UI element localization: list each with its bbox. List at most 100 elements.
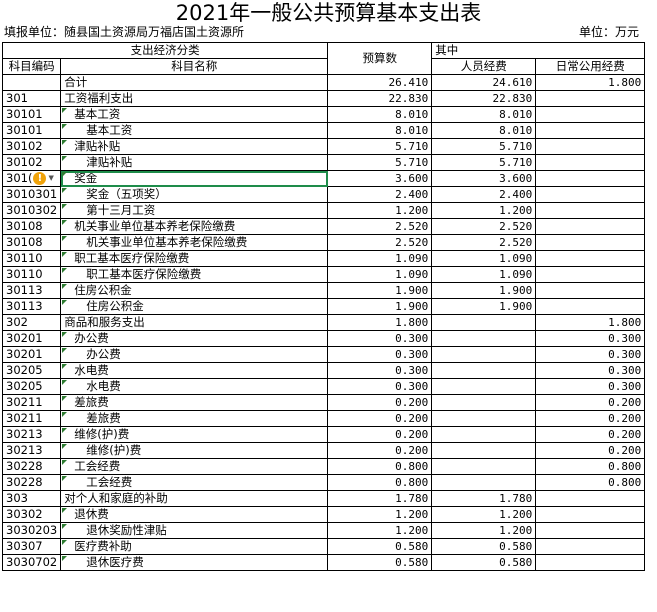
cell-personnel[interactable]: 8.010 — [431, 106, 537, 123]
cell-daily[interactable] — [535, 266, 646, 283]
cell-personnel[interactable]: 2.520 — [431, 218, 537, 235]
cell-daily[interactable] — [535, 506, 646, 523]
cell-personnel[interactable]: 0.580 — [431, 554, 537, 571]
cell-code[interactable]: 3030203 — [1, 522, 62, 539]
cell-name[interactable]: 退休费 — [60, 506, 329, 523]
cell-name[interactable]: 水电费 — [60, 362, 329, 379]
cell-personnel[interactable] — [431, 426, 537, 443]
cell-name[interactable]: 津贴补贴 — [60, 154, 329, 171]
cell-name[interactable]: 机关事业单位基本养老保险缴费 — [60, 234, 329, 251]
cell-daily[interactable]: 0.300 — [535, 330, 646, 347]
cell-personnel[interactable]: 1.900 — [431, 282, 537, 299]
cell-budget[interactable]: 0.300 — [327, 330, 433, 347]
cell-code[interactable]: 30213 — [1, 442, 62, 459]
cell-code[interactable]: 30102 — [1, 138, 62, 155]
cell-code[interactable]: 30102 — [1, 154, 62, 171]
cell-daily[interactable] — [535, 554, 646, 571]
cell-code[interactable]: 30205 — [1, 378, 62, 395]
cell-name[interactable]: 机关事业单位基本养老保险缴费 — [60, 218, 329, 235]
cell-daily[interactable] — [535, 106, 646, 123]
cell-personnel[interactable] — [431, 410, 537, 427]
cell-name[interactable]: 住房公积金 — [60, 282, 329, 299]
cell-code[interactable]: 30101 — [1, 122, 62, 139]
cell-personnel[interactable]: 24.610 — [431, 74, 537, 91]
cell-name[interactable]: 工资福利支出 — [60, 90, 329, 107]
cell-code[interactable]: 3010301 — [1, 186, 62, 203]
cell-code[interactable]: 301 — [1, 90, 62, 107]
cell-budget[interactable]: 1.200 — [327, 506, 433, 523]
cell-daily[interactable] — [535, 170, 646, 187]
cell-name[interactable]: 差旅费 — [60, 394, 329, 411]
cell-personnel[interactable]: 2.400 — [431, 186, 537, 203]
cell-budget[interactable]: 5.710 — [327, 154, 433, 171]
cell-name[interactable]: 奖金 — [60, 170, 329, 187]
warning-icon[interactable]: ! — [33, 172, 47, 185]
cell-budget[interactable]: 1.200 — [327, 522, 433, 539]
cell-daily[interactable]: 0.200 — [535, 394, 646, 411]
cell-code[interactable]: 30201 — [1, 346, 62, 363]
cell-budget[interactable]: 1.900 — [327, 298, 433, 315]
cell-code[interactable]: 303 — [1, 490, 62, 507]
cell-code[interactable]: 30110 — [1, 266, 62, 283]
cell-daily[interactable]: 0.300 — [535, 346, 646, 363]
cell-personnel[interactable] — [431, 442, 537, 459]
cell-name[interactable]: 职工基本医疗保险缴费 — [60, 250, 329, 267]
cell-personnel[interactable]: 1.900 — [431, 298, 537, 315]
cell-personnel[interactable]: 1.780 — [431, 490, 537, 507]
cell-code[interactable]: 30205 — [1, 362, 62, 379]
cell-name[interactable]: 医疗费补助 — [60, 538, 329, 555]
cell-code[interactable]: 3010302 — [1, 202, 62, 219]
cell-daily[interactable]: 1.800 — [535, 314, 646, 331]
cell-name[interactable]: 办公费 — [60, 330, 329, 347]
cell-budget[interactable]: 26.410 — [327, 74, 433, 91]
cell-budget[interactable]: 2.520 — [327, 234, 433, 251]
cell-code[interactable] — [1, 74, 62, 91]
cell-daily[interactable]: 0.200 — [535, 410, 646, 427]
cell-personnel[interactable] — [431, 330, 537, 347]
cell-personnel[interactable]: 8.010 — [431, 122, 537, 139]
cell-name[interactable]: 差旅费 — [60, 410, 329, 427]
cell-personnel[interactable] — [431, 394, 537, 411]
cell-daily[interactable]: 0.800 — [535, 474, 646, 491]
cell-name[interactable]: 商品和服务支出 — [60, 314, 329, 331]
header-name[interactable]: 科目名称 — [60, 58, 329, 75]
cell-personnel[interactable] — [431, 458, 537, 475]
cell-daily[interactable]: 0.800 — [535, 458, 646, 475]
cell-daily[interactable] — [535, 298, 646, 315]
cell-budget[interactable]: 0.800 — [327, 474, 433, 491]
cell-daily[interactable] — [535, 490, 646, 507]
cell-budget[interactable]: 0.200 — [327, 394, 433, 411]
cell-daily[interactable] — [535, 218, 646, 235]
cell-code[interactable]: 302 — [1, 314, 62, 331]
cell-daily[interactable] — [535, 154, 646, 171]
cell-budget[interactable]: 0.300 — [327, 378, 433, 395]
cell-name[interactable]: 基本工资 — [60, 106, 329, 123]
header-economic-class[interactable]: 支出经济分类 — [1, 42, 329, 59]
cell-daily[interactable] — [535, 234, 646, 251]
cell-daily[interactable] — [535, 538, 646, 555]
cell-budget[interactable]: 2.520 — [327, 218, 433, 235]
cell-code[interactable]: 30108 — [1, 218, 62, 235]
cell-name[interactable]: 工会经费 — [60, 458, 329, 475]
cell-name[interactable]: 办公费 — [60, 346, 329, 363]
cell-daily[interactable] — [535, 250, 646, 267]
header-personnel[interactable]: 人员经费 — [431, 58, 537, 75]
cell-daily[interactable] — [535, 282, 646, 299]
cell-personnel[interactable]: 1.200 — [431, 522, 537, 539]
cell-name[interactable]: 第十三月工资 — [60, 202, 329, 219]
cell-code[interactable]: 30201 — [1, 330, 62, 347]
cell-personnel[interactable] — [431, 362, 537, 379]
cell-personnel[interactable]: 5.710 — [431, 154, 537, 171]
cell-name[interactable]: 工会经费 — [60, 474, 329, 491]
cell-budget[interactable]: 2.400 — [327, 186, 433, 203]
cell-personnel[interactable] — [431, 378, 537, 395]
cell-name[interactable]: 职工基本医疗保险缴费 — [60, 266, 329, 283]
cell-budget[interactable]: 1.800 — [327, 314, 433, 331]
cell-personnel[interactable]: 1.090 — [431, 250, 537, 267]
cell-personnel[interactable]: 0.580 — [431, 538, 537, 555]
cell-code[interactable]: 3030702 — [1, 554, 62, 571]
header-code[interactable]: 科目编码 — [1, 58, 62, 75]
cell-code[interactable]: 30307 — [1, 538, 62, 555]
cell-name[interactable]: 对个人和家庭的补助 — [60, 490, 329, 507]
header-budget[interactable]: 预算数 — [327, 42, 433, 75]
